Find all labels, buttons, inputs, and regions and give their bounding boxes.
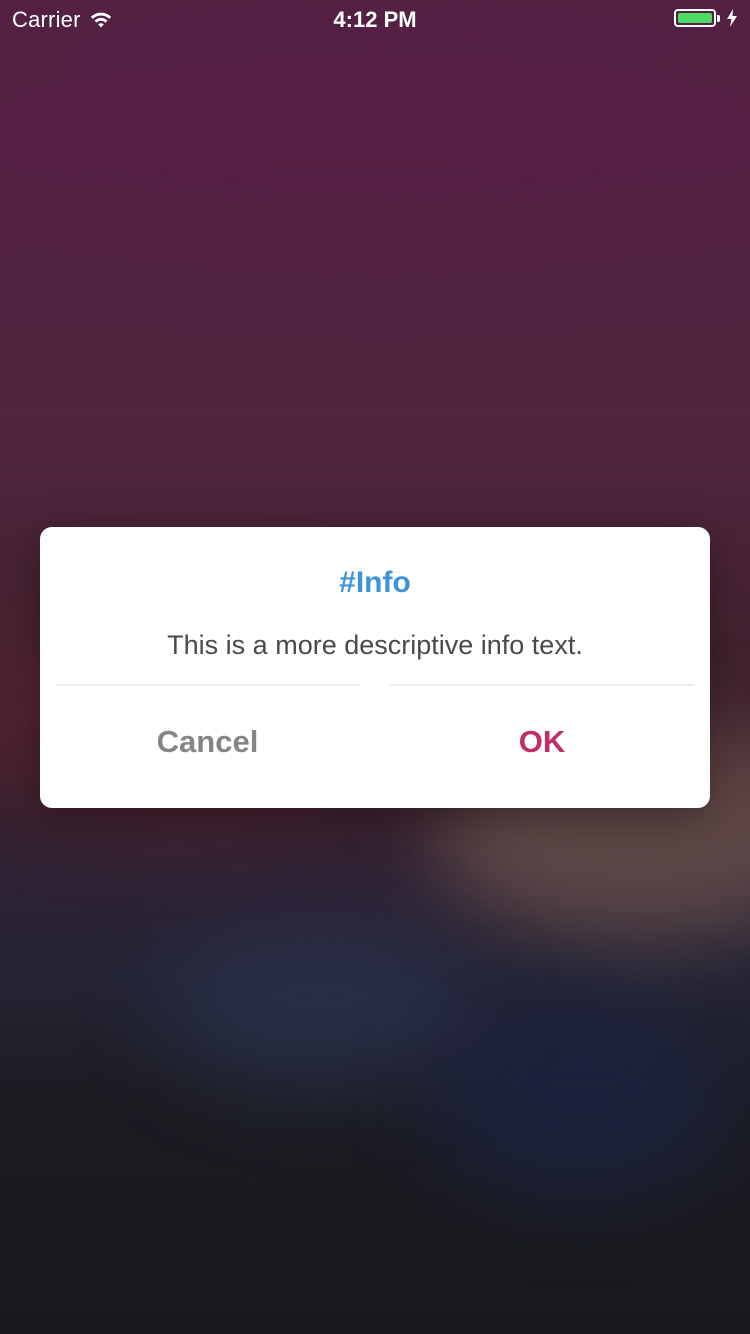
ok-button[interactable]: OK: [390, 712, 694, 772]
divider: [390, 684, 694, 686]
alert-title: #Info: [339, 566, 411, 599]
alert-dialog: #Info This is a more descriptive info te…: [40, 527, 710, 808]
battery-level-fill: [678, 13, 712, 23]
cancel-button[interactable]: Cancel: [56, 712, 359, 772]
battery-icon: [674, 9, 716, 27]
alert-message: This is a more descriptive info text.: [167, 630, 583, 660]
divider: [56, 684, 359, 686]
battery-tip: [717, 14, 720, 22]
status-bar: Carrier 4:12 PM: [0, 0, 750, 40]
battery-indicator: [674, 9, 738, 27]
status-time: 4:12 PM: [333, 7, 417, 32]
lightning-bolt-icon: [727, 9, 737, 27]
